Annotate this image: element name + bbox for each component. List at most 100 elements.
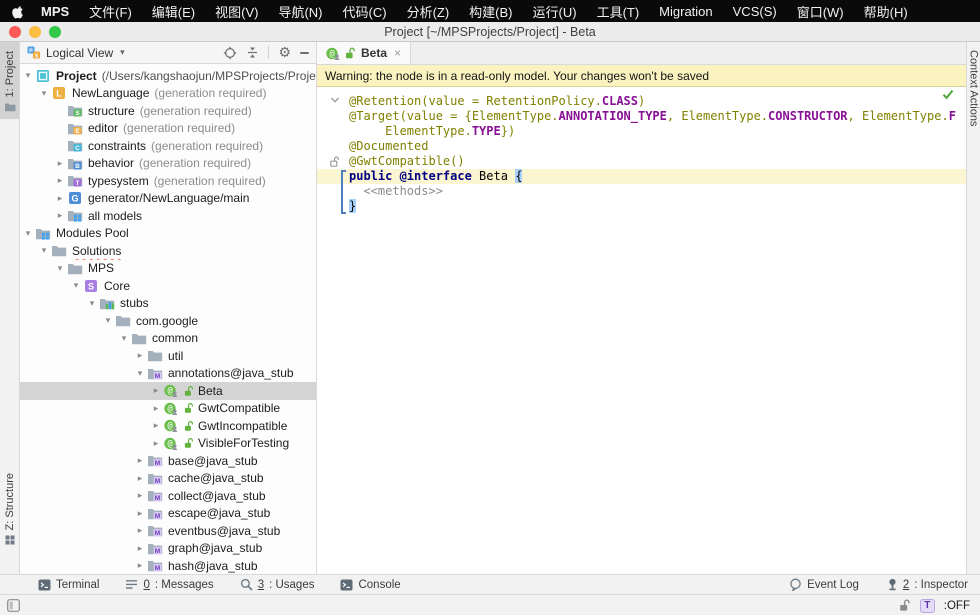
tree-item-gwtcompatible[interactable]: ▸@GwtCompatible: [20, 400, 316, 418]
collapse-arrow-icon[interactable]: ▾: [22, 67, 34, 84]
tree-item-beta[interactable]: ▸@Beta: [20, 382, 316, 400]
editor-tab-beta[interactable]: @ Beta ×: [317, 42, 411, 64]
collapse-arrow-icon[interactable]: ▾: [102, 312, 114, 329]
collapse-arrow-icon[interactable]: ▾: [134, 365, 146, 382]
lock-open-icon[interactable]: [899, 599, 911, 612]
t-mode-state[interactable]: :OFF: [944, 600, 970, 612]
collapse-arrow-icon[interactable]: ▾: [54, 260, 66, 277]
zoom-window-button[interactable]: [49, 26, 61, 38]
scroll-to-source-button[interactable]: [223, 46, 237, 60]
tree-item-core[interactable]: ▾SCore: [20, 277, 316, 295]
close-window-button[interactable]: [9, 26, 21, 38]
code-line[interactable]: @Retention(value = RetentionPolicy.CLASS…: [317, 94, 966, 109]
collapse-all-button[interactable]: [246, 46, 259, 59]
tree-item-util[interactable]: ▸util: [20, 347, 316, 365]
tool-window-switcher-icon[interactable]: [7, 599, 20, 612]
expand-arrow-icon[interactable]: ▸: [134, 347, 146, 364]
expand-arrow-icon[interactable]: ▸: [54, 155, 66, 172]
code-line[interactable]: @Target(value = {ElementType.ANNOTATION_…: [317, 109, 966, 124]
close-tab-icon[interactable]: ×: [394, 46, 401, 60]
menu-item-window[interactable]: 窗口(W): [787, 2, 854, 21]
code-line[interactable]: ElementType.TYPE}): [317, 124, 966, 139]
expand-arrow-icon[interactable]: ▸: [150, 417, 162, 434]
collapse-arrow-icon[interactable]: ▾: [86, 295, 98, 312]
menu-item-help[interactable]: 帮助(H): [854, 2, 918, 21]
tree-item-cache-java-stub[interactable]: ▸Mcache@java_stub: [20, 470, 316, 488]
tree-item-visiblefortesting[interactable]: ▸@VisibleForTesting: [20, 435, 316, 453]
expand-arrow-icon[interactable]: ▸: [134, 470, 146, 487]
tree-item-structure[interactable]: Sstructure(generation required): [20, 102, 316, 120]
chevron-down-icon[interactable]: ▾: [120, 47, 125, 58]
code-line[interactable]: @GwtCompatible(): [317, 154, 966, 169]
menu-item-tools[interactable]: 工具(T): [587, 2, 650, 21]
tool-window-button-messages[interactable]: 0: Messages: [125, 579, 213, 591]
view-selector[interactable]: Logical View: [46, 46, 113, 60]
expand-arrow-icon[interactable]: ▸: [54, 207, 66, 224]
inspection-ok-icon[interactable]: [942, 89, 954, 100]
tree-item-collect-java-stub[interactable]: ▸Mcollect@java_stub: [20, 487, 316, 505]
collapse-arrow-icon[interactable]: ▾: [22, 225, 34, 242]
expand-arrow-icon[interactable]: ▸: [54, 190, 66, 207]
code-line[interactable]: <<methods>>: [317, 184, 966, 199]
tree-item-base-java-stub[interactable]: ▸Mbase@java_stub: [20, 452, 316, 470]
code-line[interactable]: }: [317, 199, 966, 214]
expand-arrow-icon[interactable]: ▸: [134, 487, 146, 504]
tool-window-button-terminal[interactable]: Terminal: [38, 579, 99, 591]
menu-item-build[interactable]: 构建(B): [459, 2, 522, 21]
tree-item-solutions[interactable]: ▾Solutions: [20, 242, 316, 260]
collapse-arrow-icon[interactable]: ▾: [38, 242, 50, 259]
tree-item-gwtincompatible[interactable]: ▸@GwtIncompatible: [20, 417, 316, 435]
tree-item-newlanguage[interactable]: ▾LNewLanguage(generation required): [20, 85, 316, 103]
menu-item-vcs[interactable]: VCS(S): [723, 4, 787, 19]
menu-item-code[interactable]: 代码(C): [333, 2, 397, 21]
tree-item-generator-newlanguage-main[interactable]: ▸Ggenerator/NewLanguage/main: [20, 190, 316, 208]
tree-item-graph-java-stub[interactable]: ▸Mgraph@java_stub: [20, 540, 316, 558]
tree-item-behavior[interactable]: ▸Bbehavior(generation required): [20, 155, 316, 173]
tree-item-typesystem[interactable]: ▸Ttypesystem(generation required): [20, 172, 316, 190]
tree-item-all-models[interactable]: ▸all models: [20, 207, 316, 225]
collapse-arrow-icon[interactable]: ▾: [70, 277, 82, 294]
menu-item-navigate[interactable]: 导航(N): [268, 2, 332, 21]
code-line[interactable]: public @interface Beta {: [317, 169, 966, 184]
menu-item-mps[interactable]: MPS: [31, 4, 79, 19]
tree-item-modules-pool[interactable]: ▾Modules Pool: [20, 225, 316, 243]
collapse-arrow-icon[interactable]: ▾: [118, 330, 130, 347]
menu-item-analyze[interactable]: 分析(Z): [397, 2, 460, 21]
tree-item-stubs[interactable]: ▾stubs: [20, 295, 316, 313]
hide-panel-button[interactable]: [300, 52, 309, 54]
menu-item-file[interactable]: 文件(F): [79, 2, 142, 21]
expand-arrow-icon[interactable]: ▸: [150, 382, 162, 399]
tree-item-mps[interactable]: ▾MPS: [20, 260, 316, 278]
tree-item-annotations-java-stub[interactable]: ▾Mannotations@java_stub: [20, 365, 316, 383]
menu-item-edit[interactable]: 编辑(E): [142, 2, 205, 21]
expand-arrow-icon[interactable]: ▸: [134, 505, 146, 522]
tool-window-button-console[interactable]: Console: [340, 579, 400, 591]
collapse-arrow-icon[interactable]: ▾: [38, 85, 50, 102]
tool-window-tab-context-actions[interactable]: Context Actions: [968, 50, 980, 126]
expand-arrow-icon[interactable]: ▸: [54, 172, 66, 189]
expand-arrow-icon[interactable]: ▸: [134, 522, 146, 539]
tool-window-button-event-log[interactable]: Event Log: [789, 578, 859, 591]
tree-item-editor[interactable]: Eeditor(generation required): [20, 120, 316, 138]
menu-item-view[interactable]: 视图(V): [205, 2, 268, 21]
code-line[interactable]: @Documented: [317, 139, 966, 154]
fold-marker-icon[interactable]: [330, 97, 340, 104]
menu-item-run[interactable]: 运行(U): [523, 2, 587, 21]
tree-item-constraints[interactable]: Cconstraints(generation required): [20, 137, 316, 155]
gear-icon[interactable]: ⚙: [278, 46, 291, 59]
apple-icon[interactable]: [12, 4, 25, 19]
tool-window-button-usages[interactable]: 3: Usages: [240, 578, 315, 591]
tree-item-project[interactable]: ▾Project(/Users/kangshaojun/MPSProjects/…: [20, 67, 316, 85]
tree-item-com-google[interactable]: ▾com.google: [20, 312, 316, 330]
expand-arrow-icon[interactable]: ▸: [134, 557, 146, 574]
t-mode-badge[interactable]: T: [920, 599, 935, 613]
code-editor[interactable]: @Retention(value = RetentionPolicy.CLASS…: [317, 87, 966, 574]
tree-item-eventbus-java-stub[interactable]: ▸Meventbus@java_stub: [20, 522, 316, 540]
tool-window-button-inspector[interactable]: 2: Inspector: [887, 578, 968, 591]
expand-arrow-icon[interactable]: ▸: [134, 452, 146, 469]
expand-arrow-icon[interactable]: ▸: [150, 400, 162, 417]
tree-item-hash-java-stub[interactable]: ▸Mhash@java_stub: [20, 557, 316, 574]
expand-arrow-icon[interactable]: ▸: [150, 435, 162, 452]
tree-item-escape-java-stub[interactable]: ▸Mescape@java_stub: [20, 505, 316, 523]
tool-window-tab-structure[interactable]: Z: Structure: [0, 464, 19, 552]
